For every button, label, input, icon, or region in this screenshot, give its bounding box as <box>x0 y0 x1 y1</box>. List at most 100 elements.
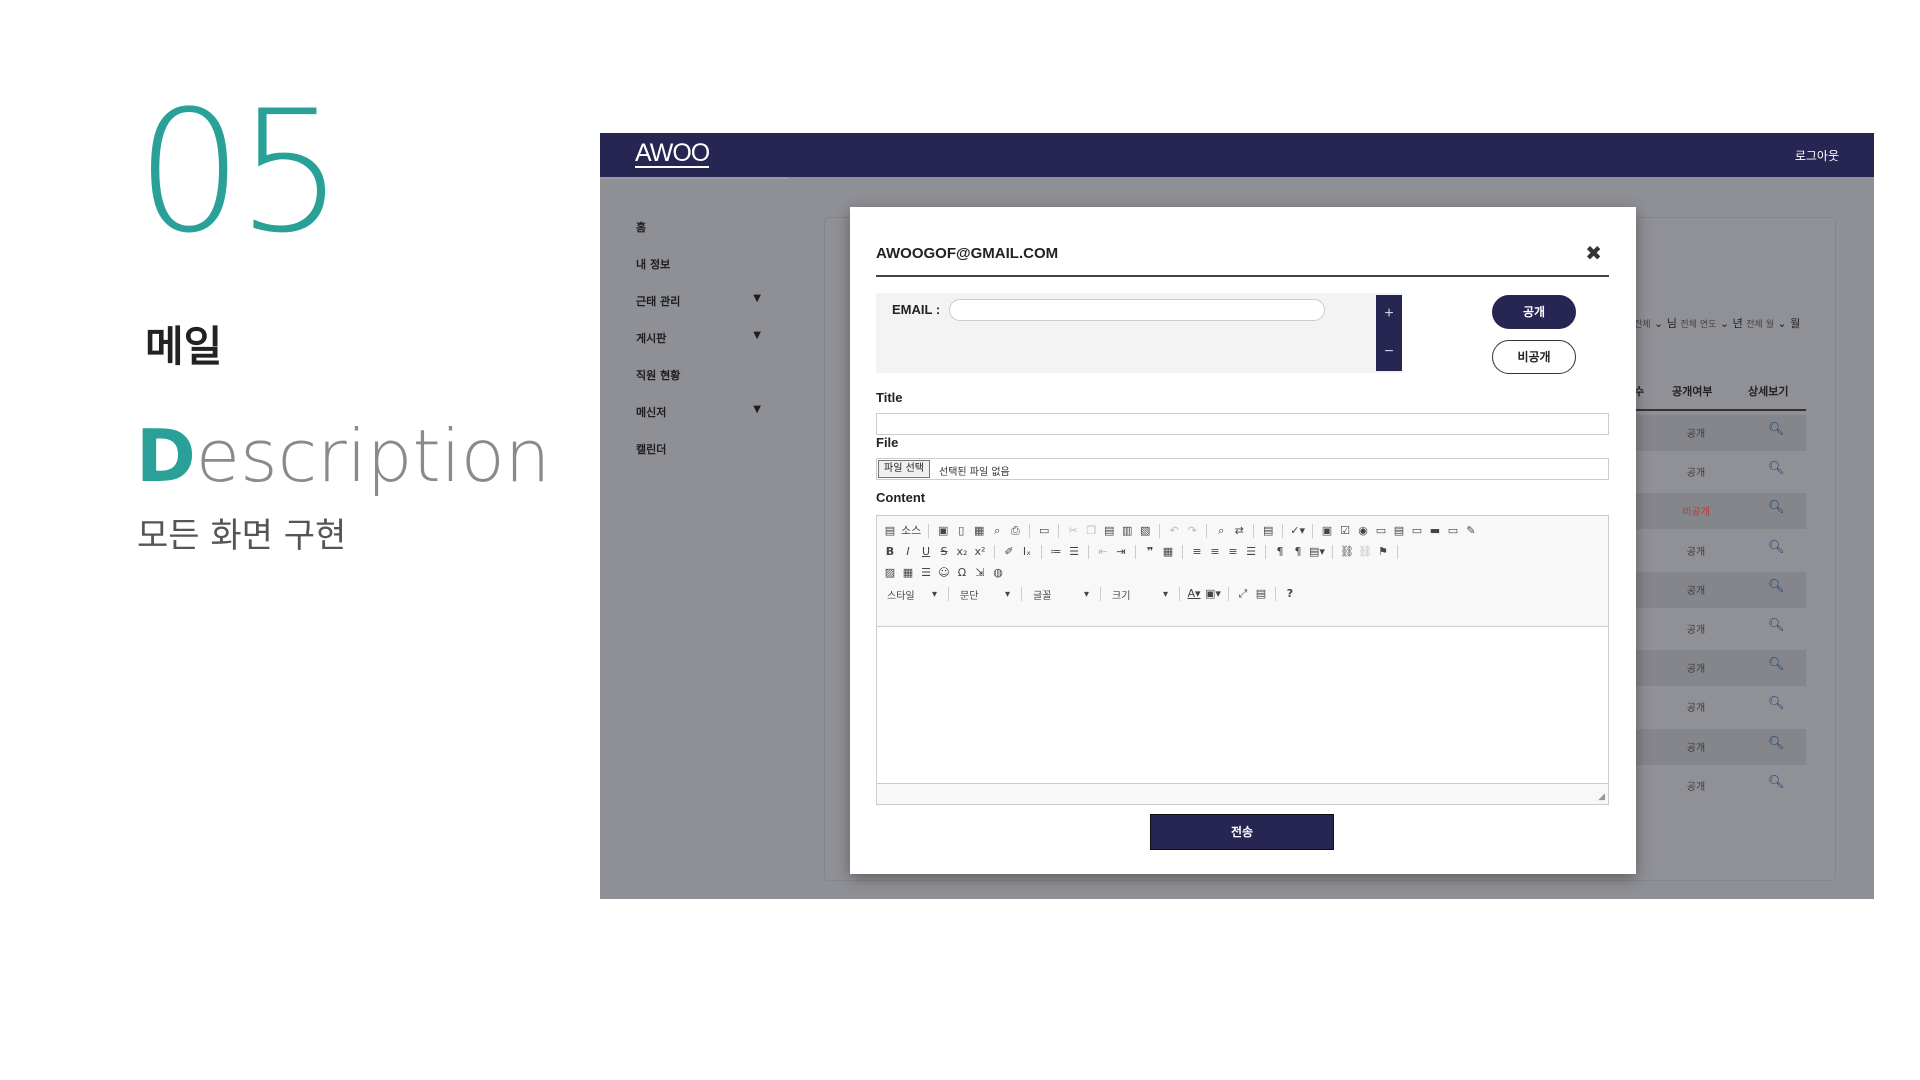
style-dropdown[interactable]: 스타일 ▾ <box>883 586 941 602</box>
replace-icon[interactable]: ⇄ <box>1232 523 1246 539</box>
paragraph-dropdown[interactable]: 문단 ▾ <box>956 586 1014 602</box>
special-char-icon[interactable]: Ω <box>955 565 969 581</box>
editor-content-area[interactable] <box>877 626 1608 784</box>
indent-icon[interactable]: ⇥ <box>1114 544 1128 560</box>
public-button[interactable]: 공개 <box>1492 295 1576 329</box>
iframe-icon[interactable]: ◍ <box>991 565 1005 581</box>
magnifier-icon[interactable]: 🔍︎ <box>1768 461 1785 476</box>
show-blocks-icon[interactable]: ▤ <box>1254 586 1268 602</box>
checkbox-icon[interactable]: ☑ <box>1338 523 1352 539</box>
language-icon[interactable]: ▤▾ <box>1309 544 1325 560</box>
textfield-icon[interactable]: ▭ <box>1374 523 1388 539</box>
rtl-icon[interactable]: ¶ <box>1291 544 1305 560</box>
logout-link[interactable]: 로그아웃 <box>1754 147 1874 164</box>
background-color-icon[interactable]: ▣▾ <box>1205 586 1221 602</box>
underline-icon[interactable]: U <box>919 544 933 560</box>
redo-icon[interactable]: ↷ <box>1185 523 1199 539</box>
paste-icon[interactable]: ▤ <box>1102 523 1116 539</box>
magnifier-icon[interactable]: 🔍︎ <box>1768 500 1785 515</box>
ltr-icon[interactable]: ¶ <box>1273 544 1287 560</box>
magnifier-icon[interactable]: 🔍︎ <box>1768 696 1785 711</box>
save-icon[interactable]: ▣ <box>936 523 950 539</box>
superscript-icon[interactable]: x² <box>973 544 987 560</box>
filter-select-month[interactable]: 전체 월 <box>1746 320 1774 330</box>
magnifier-icon[interactable]: 🔍︎ <box>1768 540 1785 555</box>
find-icon[interactable]: ⌕ <box>1214 523 1228 539</box>
sidebar-item-staff[interactable]: 직원 현황 <box>636 367 761 383</box>
magnifier-icon[interactable]: 🔍︎ <box>1768 657 1785 672</box>
sidebar-item-board[interactable]: 게시판 ▼ <box>636 330 761 346</box>
div-icon[interactable]: ▦ <box>1161 544 1175 560</box>
horizontal-line-icon[interactable]: ☰ <box>919 565 933 581</box>
email-field[interactable] <box>949 299 1325 321</box>
text-color-icon[interactable]: A▾ <box>1187 586 1201 602</box>
sidebar-item-home[interactable]: 홈 <box>636 219 761 235</box>
textarea-icon[interactable]: ▤ <box>1392 523 1406 539</box>
maximize-icon[interactable]: ⤢ <box>1236 586 1250 602</box>
outdent-icon[interactable]: ⇤ <box>1096 544 1110 560</box>
size-dropdown[interactable]: 크기 ▾ <box>1108 586 1172 602</box>
select-field-icon[interactable]: ▭ <box>1410 523 1424 539</box>
spellcheck-icon[interactable]: ✓▾ <box>1290 523 1305 539</box>
image-icon[interactable]: ▨ <box>883 565 897 581</box>
magnifier-icon[interactable]: 🔍︎ <box>1768 775 1785 790</box>
source-icon[interactable]: ▤ <box>883 523 897 539</box>
magnifier-icon[interactable]: 🔍︎ <box>1768 579 1785 594</box>
print-icon[interactable]: ⎙ <box>1008 523 1022 539</box>
italic-icon[interactable]: I <box>901 544 915 560</box>
remove-email-button[interactable]: − <box>1376 333 1402 371</box>
filter-select-a[interactable]: 전체 <box>1634 320 1651 330</box>
magnifier-icon[interactable]: 🔍︎ <box>1768 736 1785 751</box>
align-right-icon[interactable]: ≡ <box>1226 544 1240 560</box>
font-dropdown[interactable]: 글꼴 ▾ <box>1029 586 1093 602</box>
select-all-icon[interactable]: ▤ <box>1261 523 1275 539</box>
preview-icon[interactable]: ⌕ <box>990 523 1004 539</box>
blockquote-icon[interactable]: ❞ <box>1143 544 1157 560</box>
sidebar-item-messenger[interactable]: 메신저 ▼ <box>636 404 761 420</box>
undo-icon[interactable]: ↶ <box>1167 523 1181 539</box>
table-icon[interactable]: ▦ <box>901 565 915 581</box>
copy-icon[interactable]: ❐ <box>1084 523 1098 539</box>
button-field-icon[interactable]: ▬ <box>1428 523 1442 539</box>
private-button[interactable]: 비공개 <box>1492 340 1576 374</box>
source-button[interactable]: 소스 <box>901 523 921 539</box>
page-break-icon[interactable]: ⇲ <box>973 565 987 581</box>
title-field[interactable] <box>876 413 1609 435</box>
paste-text-icon[interactable]: ▥ <box>1120 523 1134 539</box>
unlink-icon[interactable]: ⛓ <box>1358 544 1372 560</box>
image-button-icon[interactable]: ▭ <box>1446 523 1460 539</box>
paste-word-icon[interactable]: ▧ <box>1138 523 1152 539</box>
document-icon[interactable]: ▭ <box>1037 523 1051 539</box>
choose-file-button[interactable]: 파일 선택 <box>878 460 930 478</box>
template-icon[interactable]: ▦ <box>972 523 986 539</box>
subscript-icon[interactable]: x₂ <box>955 544 969 560</box>
cut-icon[interactable]: ✂ <box>1066 523 1080 539</box>
remove-format-icon[interactable]: Iₓ <box>1020 544 1034 560</box>
smiley-icon[interactable]: ☺ <box>937 565 951 581</box>
magnifier-icon[interactable]: 🔍︎ <box>1768 618 1785 633</box>
align-center-icon[interactable]: ≡ <box>1208 544 1222 560</box>
new-page-icon[interactable]: ▯ <box>954 523 968 539</box>
send-button[interactable]: 전송 <box>1150 814 1334 850</box>
strikethrough-icon[interactable]: S <box>937 544 951 560</box>
bold-icon[interactable]: B <box>883 544 897 560</box>
hidden-field-icon[interactable]: ✎ <box>1464 523 1478 539</box>
app-logo[interactable]: AWOO <box>635 140 710 168</box>
close-icon[interactable]: ✖ <box>1585 241 1602 265</box>
help-icon[interactable]: ? <box>1283 586 1297 602</box>
form-icon[interactable]: ▣ <box>1320 523 1334 539</box>
copy-format-icon[interactable]: ✐ <box>1002 544 1016 560</box>
magnifier-icon[interactable]: 🔍︎ <box>1768 422 1785 437</box>
add-email-button[interactable]: + <box>1376 295 1402 333</box>
align-left-icon[interactable]: ≡ <box>1190 544 1204 560</box>
resize-grip-icon[interactable]: ◢ <box>1598 792 1605 802</box>
radio-icon[interactable]: ◉ <box>1356 523 1370 539</box>
justify-icon[interactable]: ☰ <box>1244 544 1258 560</box>
sidebar-item-attendance[interactable]: 근태 관리 ▼ <box>636 293 761 309</box>
anchor-flag-icon[interactable]: ⚑ <box>1376 544 1390 560</box>
filter-select-year[interactable]: 전체 연도 <box>1680 320 1716 330</box>
sidebar-item-calendar[interactable]: 캘린더 <box>636 441 761 457</box>
sidebar-item-my-info[interactable]: 내 정보 <box>636 256 761 272</box>
link-icon[interactable]: ⛓ <box>1340 544 1354 560</box>
numbered-list-icon[interactable]: ≔ <box>1049 544 1063 560</box>
